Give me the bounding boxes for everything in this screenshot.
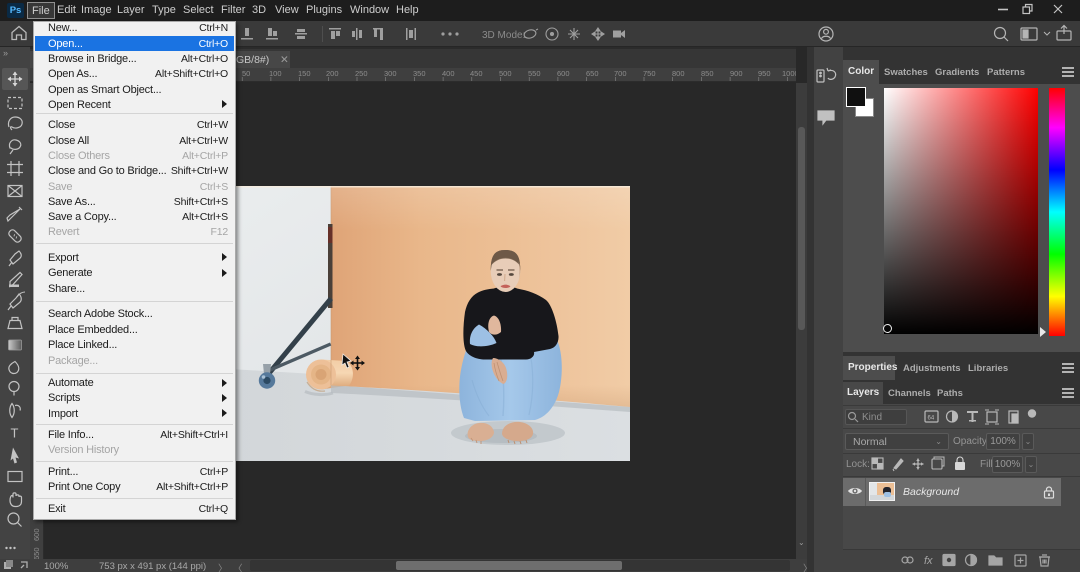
svg-text:»: »: [3, 48, 8, 58]
svg-text:600: 600: [557, 69, 570, 78]
svg-text:400: 400: [442, 69, 455, 78]
svg-text:300: 300: [384, 69, 397, 78]
svg-text:700: 700: [614, 69, 627, 78]
svg-text:150: 150: [298, 69, 311, 78]
svg-text:64: 64: [928, 416, 935, 422]
svg-text:100: 100: [269, 69, 282, 78]
svg-text:200: 200: [326, 69, 339, 78]
svg-text:350: 350: [413, 69, 426, 78]
svg-text:800: 800: [672, 69, 685, 78]
svg-text:650: 650: [586, 69, 599, 78]
svg-text:500: 500: [499, 69, 512, 78]
svg-text:T: T: [11, 426, 19, 441]
svg-text:900: 900: [730, 69, 743, 78]
svg-text:750: 750: [643, 69, 656, 78]
svg-text:250: 250: [355, 69, 368, 78]
svg-text:1000: 1000: [782, 69, 796, 78]
svg-text:fx: fx: [924, 555, 933, 567]
svg-text:850: 850: [701, 69, 714, 78]
svg-text:450: 450: [470, 69, 483, 78]
svg-text:3D Mode:: 3D Mode:: [482, 30, 525, 41]
svg-text:50: 50: [242, 69, 250, 78]
svg-text:550: 550: [528, 69, 541, 78]
svg-text:950: 950: [758, 69, 771, 78]
